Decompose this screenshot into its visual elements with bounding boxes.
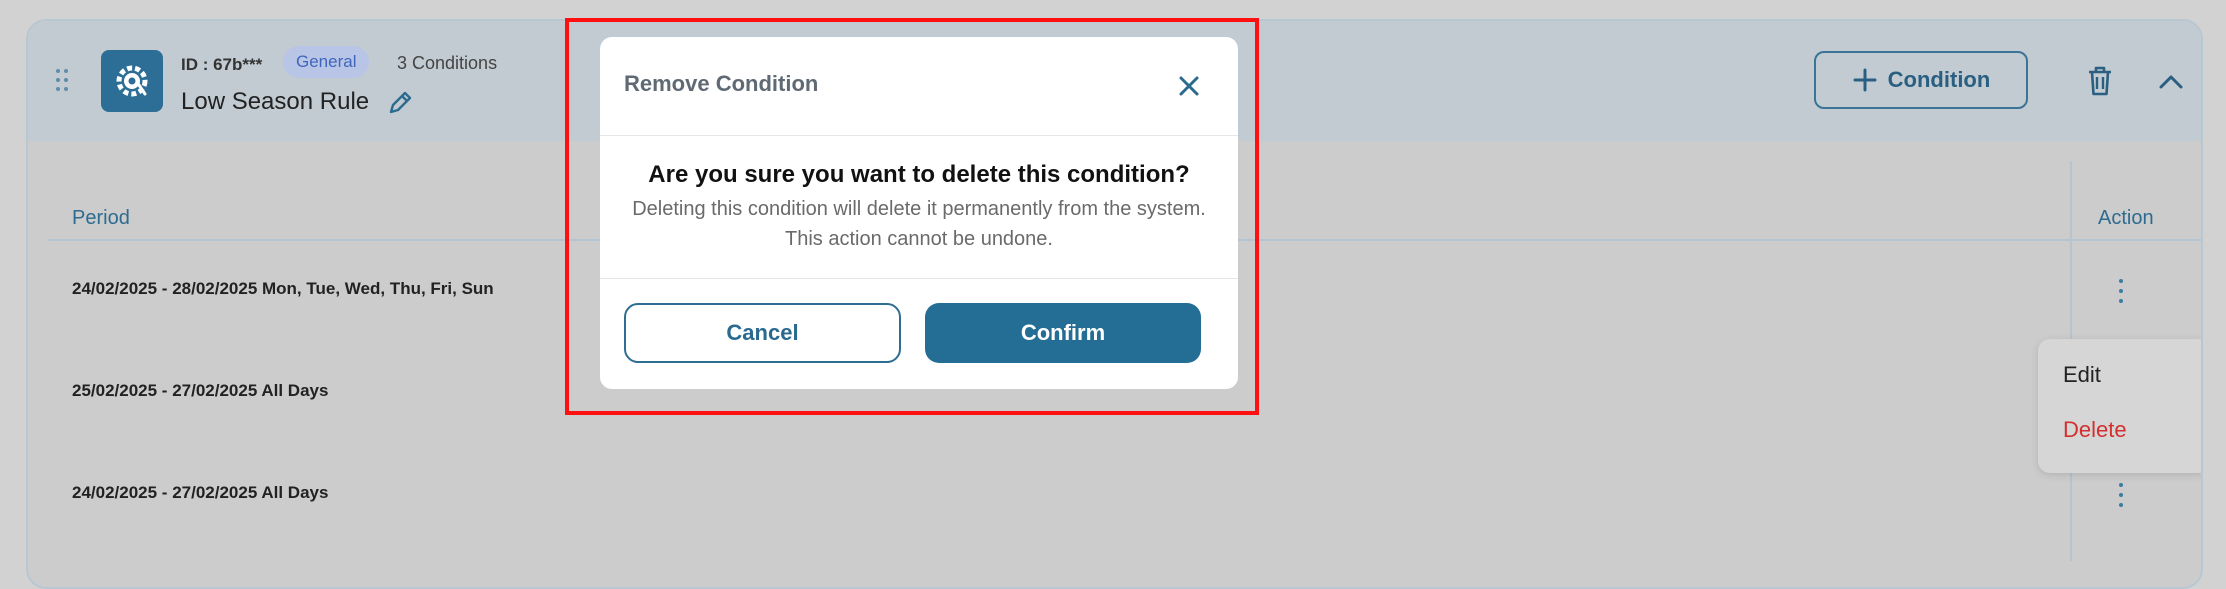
table-row: 25/02/2025 - 27/02/2025 All Days — [72, 381, 329, 400]
rule-id: ID : 67b*** — [181, 55, 263, 74]
add-condition-label: Condition — [1887, 67, 1991, 92]
drag-handle-icon[interactable] — [56, 69, 72, 93]
row-actions-kebab-icon[interactable] — [2116, 481, 2126, 511]
rule-name: Low Season Rule — [181, 88, 370, 115]
conditions-count: 3 Conditions — [397, 53, 498, 73]
gear-icon — [101, 50, 163, 112]
row-actions-menu: Edit Delete — [2038, 339, 2201, 473]
row-actions-kebab-icon[interactable] — [2116, 277, 2126, 307]
dialog-divider — [600, 278, 1238, 279]
dialog-question: Are you sure you want to delete this con… — [648, 161, 1190, 188]
menu-item-delete[interactable]: Delete — [2063, 417, 2127, 443]
cancel-button[interactable]: Cancel — [624, 303, 901, 363]
rule-tag-badge: General — [283, 46, 370, 78]
dialog-divider — [600, 135, 1238, 136]
dialog-description: Deleting this condition will delete it p… — [632, 198, 1206, 250]
dialog-title: Remove Condition — [624, 71, 819, 96]
chevron-up-icon[interactable] — [2156, 67, 2186, 97]
confirm-button[interactable]: Confirm — [925, 303, 1201, 363]
trash-icon[interactable] — [2086, 65, 2114, 97]
column-header-period: Period — [72, 207, 130, 229]
close-icon[interactable] — [1175, 72, 1203, 100]
remove-condition-dialog: Remove Condition Are you sure you want t… — [600, 37, 1238, 389]
table-row: 24/02/2025 - 28/02/2025 Mon, Tue, Wed, T… — [72, 279, 494, 298]
plus-icon — [1853, 68, 1877, 92]
menu-item-edit[interactable]: Edit — [2063, 362, 2101, 388]
add-condition-button[interactable]: Condition — [1814, 51, 2028, 109]
pencil-icon[interactable] — [386, 89, 414, 117]
column-header-action: Action — [2098, 207, 2154, 229]
table-row: 24/02/2025 - 27/02/2025 All Days — [72, 483, 329, 502]
